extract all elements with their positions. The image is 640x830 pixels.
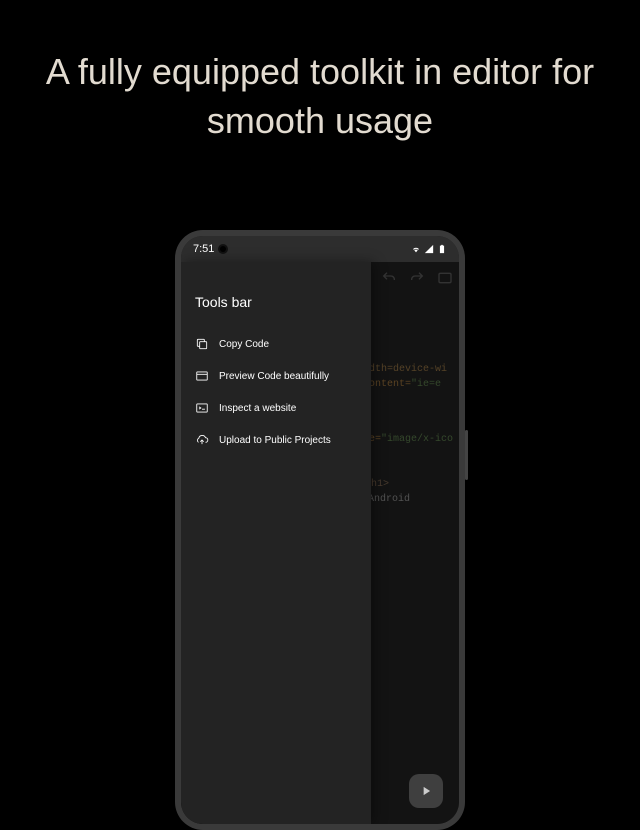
drawer-item-upload[interactable]: Upload to Public Projects <box>181 424 371 456</box>
play-icon <box>419 784 433 798</box>
phone-frame: 7:51 idth=device-wi content="ie= <box>175 230 465 830</box>
drawer-item-copy-code[interactable]: Copy Code <box>181 328 371 360</box>
drawer-item-label: Preview Code beautifully <box>219 371 329 382</box>
drawer-item-label: Upload to Public Projects <box>219 435 331 446</box>
page-headline: A fully equipped toolkit in editor for s… <box>0 0 640 145</box>
status-time: 7:51 <box>193 243 214 255</box>
phone-screen: 7:51 idth=device-wi content="ie= <box>181 236 459 824</box>
cloud-upload-icon <box>195 433 209 447</box>
drawer-title: Tools bar <box>181 282 371 328</box>
camera-hole-icon <box>220 246 226 252</box>
status-bar: 7:51 <box>181 236 459 262</box>
drawer-item-inspect[interactable]: Inspect a website <box>181 392 371 424</box>
drawer-item-preview[interactable]: Preview Code beautifully <box>181 360 371 392</box>
terminal-icon <box>195 401 209 415</box>
drawer-item-label: Inspect a website <box>219 403 296 414</box>
preview-code-icon <box>195 369 209 383</box>
battery-icon <box>437 244 447 254</box>
tools-drawer: Tools bar Copy Code Preview Code beautif… <box>181 262 371 824</box>
run-fab[interactable] <box>409 774 443 808</box>
signal-icon <box>424 244 434 254</box>
drawer-item-label: Copy Code <box>219 339 269 350</box>
status-icons <box>411 244 447 254</box>
phone-mockup: 7:51 idth=device-wi content="ie= <box>175 230 465 830</box>
wifi-icon <box>411 244 421 254</box>
copy-icon <box>195 337 209 351</box>
phone-side-button <box>465 430 468 480</box>
app-body: idth=device-wi content="ie=e ge="image/x… <box>181 262 459 824</box>
